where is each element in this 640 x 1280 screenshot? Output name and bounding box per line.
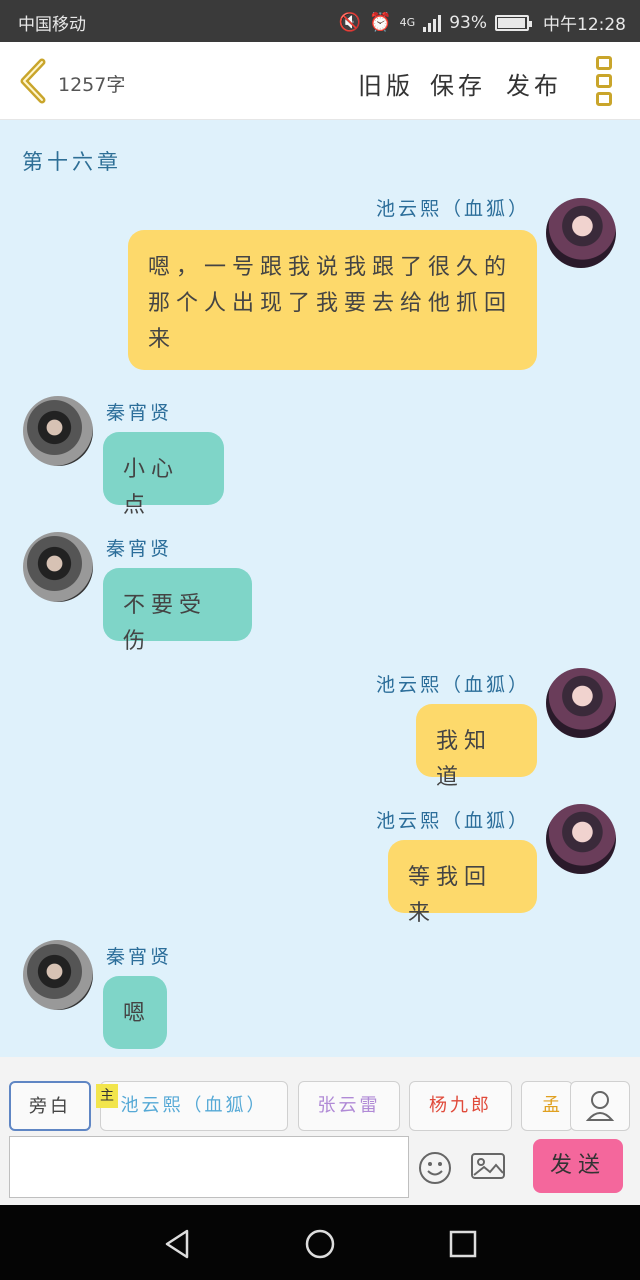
status-bar: 中国移动 🔇 ⏰ 4G 93% 中午12:28 (0, 0, 640, 42)
speaker-name: 秦宵贤 (106, 402, 173, 424)
alarm-icon: ⏰ (369, 11, 392, 33)
avatar[interactable] (546, 198, 616, 268)
message-bubble[interactable]: 等我回来 (388, 840, 537, 926)
chapter-title[interactable]: 第十六章 (22, 146, 122, 176)
role-chi-yunxi[interactable]: 池云熙（血狐） (100, 1081, 288, 1131)
signal-icon (423, 14, 442, 32)
role-yang-jiulang[interactable]: 杨九郎 (409, 1081, 512, 1131)
battery-icon (495, 14, 532, 31)
contact-button[interactable] (570, 1081, 630, 1131)
emoji-icon[interactable] (418, 1151, 452, 1185)
message-bubble[interactable]: 不要受伤 (103, 568, 252, 654)
input-panel: 旁白 池云熙（血狐） 主 张云雷 杨九郎 孟 发送 (0, 1057, 640, 1205)
avatar[interactable] (23, 396, 93, 466)
home-circle-icon[interactable] (303, 1227, 337, 1261)
battery-percent: 93% (449, 12, 487, 33)
speaker-name: 池云熙（血狐） (375, 674, 530, 696)
old-version-button[interactable]: 旧版 (358, 66, 414, 101)
avatar[interactable] (23, 940, 93, 1010)
carrier-label: 中国移动 (18, 15, 86, 35)
role-narrator[interactable]: 旁白 (9, 1081, 91, 1131)
avatar[interactable] (546, 804, 616, 874)
main-role-tag: 主 (96, 1084, 118, 1108)
message-bubble[interactable]: 小心点 (103, 432, 224, 518)
role-zhang-yunlei[interactable]: 张云雷 (298, 1081, 400, 1131)
avatar[interactable] (546, 668, 616, 738)
contact-icon (585, 1091, 615, 1121)
publish-button[interactable]: 发布 (506, 66, 562, 101)
avatar[interactable] (23, 532, 93, 602)
back-triangle-icon[interactable] (160, 1227, 194, 1261)
message-bubble[interactable]: 我知道 (416, 704, 537, 790)
role-meng[interactable]: 孟 (521, 1081, 573, 1131)
message-bubble[interactable]: 嗯 (103, 976, 167, 1049)
editor-header: 1257字 旧版 保存 发布 (0, 42, 640, 120)
status-icons: 🔇 ⏰ 4G 93% 中午12:28 (339, 10, 626, 35)
chat-area[interactable]: 第十六章 池云熙（血狐） 嗯，一号跟我说我跟了很久的那个人出现了我要去给他抓回来… (0, 120, 640, 1057)
image-icon[interactable] (470, 1151, 506, 1181)
network-label: 4G (399, 16, 416, 29)
message-bubble[interactable]: 嗯，一号跟我说我跟了很久的那个人出现了我要去给他抓回来 (128, 230, 537, 370)
speaker-name: 秦宵贤 (106, 538, 173, 560)
send-button[interactable]: 发送 (533, 1139, 623, 1193)
navigation-bar (0, 1205, 640, 1280)
save-button[interactable]: 保存 (430, 66, 486, 101)
clock: 中午12:28 (543, 15, 626, 35)
mute-icon: 🔇 (338, 11, 362, 33)
speaker-name: 池云熙（血狐） (375, 810, 530, 832)
speaker-name: 池云熙（血狐） (375, 198, 530, 220)
message-input[interactable] (9, 1136, 409, 1198)
menu-dots-icon[interactable] (596, 56, 614, 106)
speaker-name: 秦宵贤 (106, 946, 173, 968)
word-count: 1257字 (58, 74, 126, 96)
back-chevron-icon[interactable] (16, 58, 52, 104)
recents-square-icon[interactable] (446, 1227, 480, 1261)
